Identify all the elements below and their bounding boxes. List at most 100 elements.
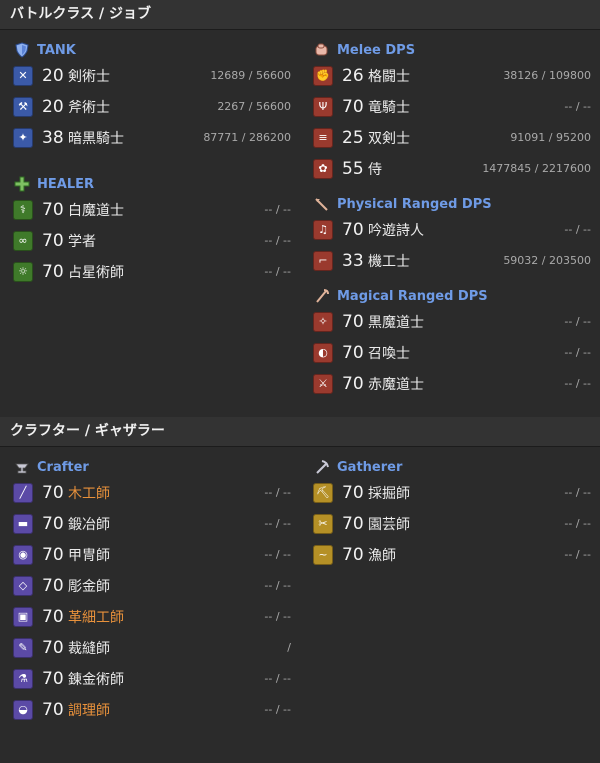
job-row[interactable]: ≡ 25 双剣士 91091 / 95200 bbox=[313, 122, 600, 153]
job-row[interactable]: ▣ 70 革細工師 -- / -- bbox=[13, 601, 300, 632]
job-row[interactable]: ⚔ 70 赤魔道士 -- / -- bbox=[313, 368, 600, 399]
scholar-icon: ∞ bbox=[13, 230, 33, 251]
white-mage-icon: ⚕ bbox=[13, 199, 33, 220]
fist-icon: ✊ bbox=[313, 65, 333, 86]
job-name: 侍 bbox=[368, 161, 382, 178]
job-exp: 91091 / 95200 bbox=[510, 131, 591, 144]
job-level: 70 bbox=[342, 513, 364, 534]
job-exp: 12689 / 56600 bbox=[210, 69, 291, 82]
role-physical-ranged-label: Physical Ranged DPS bbox=[337, 196, 492, 212]
battle-right-column: Melee DPS ✊ 26 格闘士 38126 / 109800 Ψ 70 竜騎士 -- /… bbox=[300, 30, 600, 399]
job-exp: -- / -- bbox=[264, 548, 291, 561]
astrologian-icon: ☼ bbox=[13, 261, 33, 282]
job-row[interactable]: ✂ 70 園芸師 -- / -- bbox=[313, 508, 600, 539]
job-exp: -- / -- bbox=[264, 672, 291, 685]
job-exp: -- / -- bbox=[264, 703, 291, 716]
job-level: 70 bbox=[42, 230, 64, 251]
job-level: 26 bbox=[342, 65, 364, 86]
role-magical-ranged: Magical Ranged DPS bbox=[313, 286, 600, 306]
role-tank: TANK bbox=[13, 40, 300, 60]
craft-columns: Crafter ╱ 70 木工師 -- / -- ▬ 70 鍛冶師 -- / -- ◉ 70 甲冑師… bbox=[0, 447, 600, 725]
job-exp: -- / -- bbox=[564, 548, 591, 561]
job-row[interactable]: ✧ 70 黒魔道士 -- / -- bbox=[313, 306, 600, 337]
job-name: 竜騎士 bbox=[368, 99, 410, 116]
sword-icon: ✕ bbox=[13, 65, 33, 86]
role-melee: Melee DPS bbox=[313, 40, 600, 60]
crafter-job-list: ╱ 70 木工師 -- / -- ▬ 70 鍛冶師 -- / -- ◉ 70 甲冑師 -- / -- ◇… bbox=[13, 477, 300, 725]
job-exp: -- / -- bbox=[264, 517, 291, 530]
job-name: 学者 bbox=[68, 233, 96, 250]
job-level: 70 bbox=[342, 342, 364, 363]
job-row[interactable]: Ψ 70 竜騎士 -- / -- bbox=[313, 91, 600, 122]
job-name: 白魔道士 bbox=[68, 202, 124, 219]
dagger-icon: ≡ bbox=[313, 127, 333, 148]
job-exp: -- / -- bbox=[264, 486, 291, 499]
job-row[interactable]: ✦ 38 暗黒騎士 87771 / 286200 bbox=[13, 122, 300, 153]
job-exp: -- / -- bbox=[564, 223, 591, 236]
job-row[interactable]: ⛏ 70 採掘師 -- / -- bbox=[313, 477, 600, 508]
job-row[interactable]: ✎ 70 裁縫師 / bbox=[13, 632, 300, 663]
job-exp: -- / -- bbox=[564, 315, 591, 328]
job-name: 剣術士 bbox=[68, 68, 110, 85]
job-row[interactable]: ✿ 55 侍 1477845 / 2217600 bbox=[313, 153, 600, 184]
role-crafter-label: Crafter bbox=[37, 459, 89, 475]
job-name: 調理師 bbox=[68, 702, 110, 719]
job-name: 占星術師 bbox=[68, 264, 124, 281]
dark-knight-icon: ✦ bbox=[13, 127, 33, 148]
craft-left-column: Crafter ╱ 70 木工師 -- / -- ▬ 70 鍛冶師 -- / -- ◉ 70 甲冑師… bbox=[0, 447, 300, 725]
job-level: 70 bbox=[342, 373, 364, 394]
role-crafter: Crafter bbox=[13, 457, 300, 477]
axe-icon: ⚒ bbox=[13, 96, 33, 117]
leatherworker-icon: ▣ bbox=[13, 606, 33, 627]
summoner-icon: ◐ bbox=[313, 342, 333, 363]
job-level: 20 bbox=[42, 96, 64, 117]
pickaxe-role-icon bbox=[313, 458, 331, 476]
job-row[interactable]: ╱ 70 木工師 -- / -- bbox=[13, 477, 300, 508]
anvil-role-icon bbox=[13, 458, 31, 476]
job-level: 70 bbox=[42, 699, 64, 720]
job-level: 70 bbox=[42, 668, 64, 689]
black-mage-icon: ✧ bbox=[313, 311, 333, 332]
role-melee-label: Melee DPS bbox=[337, 42, 416, 58]
job-row[interactable]: ◒ 70 調理師 -- / -- bbox=[13, 694, 300, 725]
job-row[interactable]: ☼ 70 占星術師 -- / -- bbox=[13, 256, 300, 287]
battle-section-header: バトルクラス / ジョブ bbox=[0, 0, 600, 30]
job-level: 70 bbox=[42, 482, 64, 503]
job-exp: -- / -- bbox=[264, 265, 291, 278]
job-name: 機工士 bbox=[368, 253, 410, 270]
red-mage-icon: ⚔ bbox=[313, 373, 333, 394]
battle-left-column: TANK ✕ 20 剣術士 12689 / 56600 ⚒ 20 斧術士 2267 / 566… bbox=[0, 30, 300, 399]
job-row[interactable]: ♫ 70 吟遊詩人 -- / -- bbox=[313, 214, 600, 245]
job-row[interactable]: ⚕ 70 白魔道士 -- / -- bbox=[13, 194, 300, 225]
job-level: 70 bbox=[342, 96, 364, 117]
job-exp: -- / -- bbox=[564, 486, 591, 499]
botanist-icon: ✂ bbox=[313, 513, 333, 534]
healer-cross-icon bbox=[13, 175, 31, 193]
job-level: 70 bbox=[42, 575, 64, 596]
job-level: 70 bbox=[42, 544, 64, 565]
gatherer-job-list: ⛏ 70 採掘師 -- / -- ✂ 70 園芸師 -- / -- ~70 漁師 -- / -- bbox=[313, 477, 600, 570]
job-row[interactable]: ◇ 70 彫金師 -- / -- bbox=[13, 570, 300, 601]
job-row[interactable]: ◐ 70 召喚士 -- / -- bbox=[313, 337, 600, 368]
job-row[interactable]: ⚗ 70 錬金術師 -- / -- bbox=[13, 663, 300, 694]
job-row[interactable]: ▬ 70 鍛冶師 -- / -- bbox=[13, 508, 300, 539]
job-row[interactable]: ⚒ 20 斧術士 2267 / 56600 bbox=[13, 91, 300, 122]
job-name: 暗黒騎士 bbox=[68, 130, 124, 147]
role-tank-label: TANK bbox=[37, 42, 76, 58]
miner-icon: ⛏ bbox=[313, 482, 333, 503]
job-exp: 1477845 / 2217600 bbox=[482, 162, 591, 175]
job-row[interactable]: ◉ 70 甲冑師 -- / -- bbox=[13, 539, 300, 570]
job-exp: 87771 / 286200 bbox=[203, 131, 291, 144]
job-row[interactable]: ✕ 20 剣術士 12689 / 56600 bbox=[13, 60, 300, 91]
job-row[interactable]: ∞ 70 学者 -- / -- bbox=[13, 225, 300, 256]
role-healer-label: HEALER bbox=[37, 176, 94, 192]
job-name: 斧術士 bbox=[68, 99, 110, 116]
job-row[interactable]: ✊ 26 格闘士 38126 / 109800 bbox=[313, 60, 600, 91]
job-exp: / bbox=[287, 641, 291, 654]
job-row[interactable]: ⌐ 33 機工士 59032 / 203500 bbox=[313, 245, 600, 276]
staff-role-icon bbox=[313, 287, 331, 305]
job-row[interactable]: ~70 漁師 -- / -- bbox=[313, 539, 600, 570]
job-name: 甲冑師 bbox=[68, 547, 110, 564]
shield-icon bbox=[13, 41, 31, 59]
role-gatherer-label: Gatherer bbox=[337, 459, 403, 475]
